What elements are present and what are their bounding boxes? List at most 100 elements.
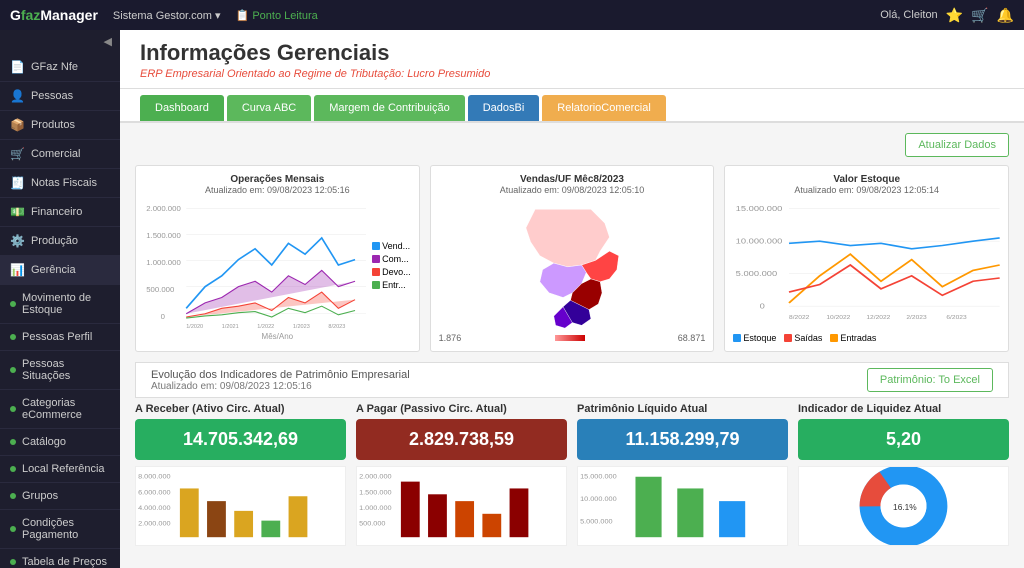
sidebar-item-movimento-estoque[interactable]: Movimento de Estoque xyxy=(0,285,120,324)
sidebar-item-produtos[interactable]: 📦 Produtos xyxy=(0,111,120,140)
ponto-leitura[interactable]: 📋 Ponto Leitura xyxy=(236,9,318,22)
estoque-legend: Estoque Saídas Entradas xyxy=(733,333,1000,343)
kpi-a-receber-value: 14.705.342,69 xyxy=(135,419,346,460)
tab-margem[interactable]: Margem de Contribuição xyxy=(314,95,464,121)
person-icon: 👤 xyxy=(10,89,25,103)
svg-text:2.000.000: 2.000.000 xyxy=(146,204,181,213)
dot-icon xyxy=(10,301,16,307)
svg-text:8.000.000: 8.000.000 xyxy=(138,474,171,481)
dot-icon xyxy=(10,439,16,445)
brand-text: GfazManager xyxy=(10,7,98,23)
svg-text:2.000.000: 2.000.000 xyxy=(138,521,171,528)
chart-icon: 📊 xyxy=(10,263,25,277)
svg-text:12/2022: 12/2022 xyxy=(867,316,892,321)
mini-chart-liquidez: 16.1% xyxy=(798,466,1009,546)
cart-icon: 🛒 xyxy=(971,7,988,24)
svg-text:2/2023: 2/2023 xyxy=(907,316,928,321)
vendas-uf-updated: Atualizado em: 09/08/2023 12:05:10 xyxy=(439,185,706,195)
sidebar-item-financeiro[interactable]: 💵 Financeiro xyxy=(0,198,120,227)
kpi-a-receber-label: A Receber (Ativo Circ. Atual) xyxy=(135,403,346,415)
brazil-map-svg xyxy=(439,200,706,330)
svg-text:8/2023: 8/2023 xyxy=(328,324,345,330)
kpi-patrimonio-value: 11.158.299,79 xyxy=(577,419,788,460)
brand-logo: GfazManager xyxy=(10,7,98,23)
svg-text:10/2022: 10/2022 xyxy=(827,316,852,321)
patrimonio-title: Evolução dos Indicadores de Patrimônio E… xyxy=(151,369,410,381)
svg-text:16.1%: 16.1% xyxy=(893,503,917,512)
svg-text:500.000: 500.000 xyxy=(146,285,174,294)
tab-dashboard[interactable]: Dashboard xyxy=(140,95,224,121)
sidebar-item-tabela-precos[interactable]: Tabela de Preços xyxy=(0,549,120,568)
valor-estoque-svg: 15.000.000 10.000.000 5.000.000 0 xyxy=(733,200,1000,330)
atualizar-button[interactable]: Atualizar Dados xyxy=(905,133,1009,157)
sidebar-item-condicoes[interactable]: Condições Pagamento xyxy=(0,510,120,549)
user-greeting: Olá, Cleiton xyxy=(880,9,937,21)
operacoes-chart-box: Operações Mensais Atualizado em: 09/08/2… xyxy=(135,165,420,352)
valor-estoque-updated: Atualizado em: 09/08/2023 12:05:14 xyxy=(733,185,1000,195)
star-icon: ⭐ xyxy=(946,7,963,24)
mini-chart-a-receber: 8.000.000 6.000.000 4.000.000 2.000.000 xyxy=(135,466,346,546)
tab-dadosbi[interactable]: DadosBi xyxy=(468,95,540,121)
valor-estoque-chart-box: Valor Estoque Atualizado em: 09/08/2023 … xyxy=(724,165,1009,352)
tabs-bar: Dashboard Curva ABC Margem de Contribuiç… xyxy=(120,89,1024,123)
gear-icon: ⚙️ xyxy=(10,234,25,248)
svg-text:0: 0 xyxy=(161,312,165,321)
sidebar-item-producao[interactable]: ⚙️ Produção xyxy=(0,227,120,256)
kpi-a-receber: A Receber (Ativo Circ. Atual) 14.705.342… xyxy=(135,403,346,546)
valor-estoque-title: Valor Estoque xyxy=(733,174,1000,185)
svg-text:15.000.000: 15.000.000 xyxy=(736,204,783,213)
svg-text:1/2023: 1/2023 xyxy=(293,324,310,330)
operacoes-svg: 2.000.000 1.500.000 1.000.000 500.000 0 xyxy=(144,200,366,330)
svg-text:1.500.000: 1.500.000 xyxy=(146,231,181,240)
sidebar-item-local[interactable]: Local Referência xyxy=(0,456,120,483)
kpi-a-pagar-value: 2.829.738,59 xyxy=(356,419,567,460)
money-icon: 💵 xyxy=(10,205,25,219)
sidebar-toggle[interactable]: ◀ xyxy=(0,30,120,53)
svg-text:10.000.000: 10.000.000 xyxy=(736,236,783,245)
sidebar-item-notas[interactable]: 🧾 Notas Fiscais xyxy=(0,169,120,198)
page-header: Informações Gerenciais ERP Empresarial O… xyxy=(120,30,1024,89)
patrimonio-updated: Atualizado em: 09/08/2023 12:05:16 xyxy=(151,381,410,392)
kpi-patrimonio-label: Patrimônio Líquido Atual xyxy=(577,403,788,415)
kpi-liquidez-value: 5,20 xyxy=(798,419,1009,460)
toolbar-row: Atualizar Dados xyxy=(135,133,1009,157)
sidebar-item-comercial[interactable]: 🛒 Comercial xyxy=(0,140,120,169)
bell-icon: 🔔 xyxy=(997,7,1014,24)
patrimonio-header: Evolução dos Indicadores de Patrimônio E… xyxy=(135,362,1009,398)
regime-text: Lucro Presumido xyxy=(407,68,490,80)
cart-sidebar-icon: 🛒 xyxy=(10,147,25,161)
page-subtitle: ERP Empresarial Orientado ao Regime de T… xyxy=(140,68,1004,80)
excel-button[interactable]: Patrimônio: To Excel xyxy=(867,368,993,392)
operacoes-title: Operações Mensais xyxy=(144,174,411,185)
svg-text:1/2020: 1/2020 xyxy=(186,324,203,330)
sidebar-item-gerencia[interactable]: 📊 Gerência xyxy=(0,256,120,285)
svg-text:6.000.000: 6.000.000 xyxy=(138,489,171,496)
sidebar-item-grupos[interactable]: Grupos xyxy=(0,483,120,510)
dot-icon xyxy=(10,334,16,340)
sidebar-item-pessoas-perfil[interactable]: Pessoas Perfil xyxy=(0,324,120,351)
sidebar-item-pessoas-situacoes[interactable]: Pessoas Situações xyxy=(0,351,120,390)
svg-text:5.000.000: 5.000.000 xyxy=(580,519,613,526)
sistema-menu[interactable]: Sistema Gestor.com ▾ xyxy=(113,9,221,22)
sidebar-item-pessoas[interactable]: 👤 Pessoas xyxy=(0,82,120,111)
valor-estoque-area: 15.000.000 10.000.000 5.000.000 0 xyxy=(733,200,1000,330)
svg-text:1.000.000: 1.000.000 xyxy=(146,258,181,267)
svg-text:1.500.000: 1.500.000 xyxy=(359,489,392,496)
page-title: Informações Gerenciais xyxy=(140,40,1004,66)
sidebar-item-categorias[interactable]: Categorias eCommerce xyxy=(0,390,120,429)
tab-relatorio[interactable]: RelatorioComercial xyxy=(542,95,666,121)
sidebar-item-gfaznfe[interactable]: 📄 GFaz Nfe xyxy=(0,53,120,82)
dot-icon xyxy=(10,559,16,565)
receipt-icon: 🧾 xyxy=(10,176,25,190)
operacoes-legend: Vend... Com... Devo... Entr... xyxy=(372,200,411,330)
sidebar-item-catalogo[interactable]: Catálogo xyxy=(0,429,120,456)
dot-icon xyxy=(10,493,16,499)
kpi-patrimonio: Patrimônio Líquido Atual 11.158.299,79 1… xyxy=(577,403,788,546)
svg-text:4.000.000: 4.000.000 xyxy=(138,505,171,512)
svg-text:2.000.000: 2.000.000 xyxy=(359,474,392,481)
tab-curva-abc[interactable]: Curva ABC xyxy=(227,95,311,121)
svg-text:5.000.000: 5.000.000 xyxy=(736,269,778,278)
box-icon: 📦 xyxy=(10,118,25,132)
svg-text:0: 0 xyxy=(760,301,765,310)
svg-text:1/2021: 1/2021 xyxy=(222,324,239,330)
